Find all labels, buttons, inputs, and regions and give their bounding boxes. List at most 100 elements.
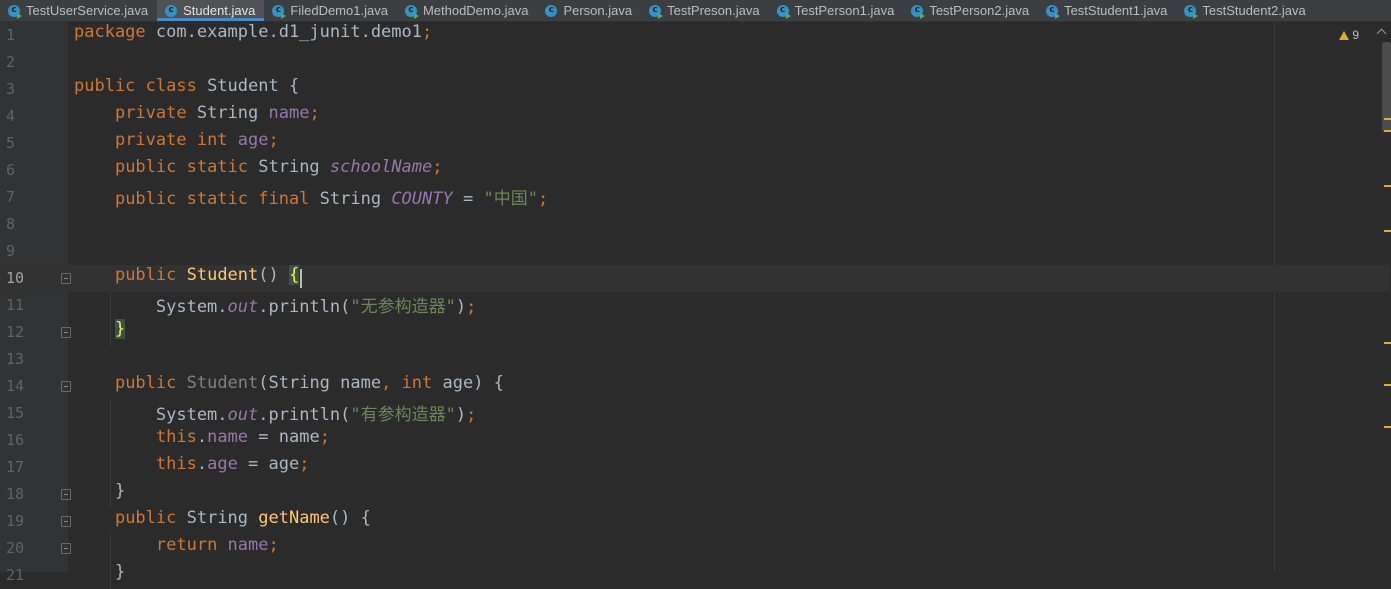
code-line[interactable]: 9 xyxy=(0,238,1390,265)
line-number: 20 xyxy=(6,539,25,557)
line-number: 12 xyxy=(6,323,25,341)
warning-stripe[interactable] xyxy=(1384,342,1391,344)
code-line[interactable]: 1 package com.example.d1_junit.demo1; xyxy=(0,22,1390,49)
code-line[interactable]: 4 private String name; xyxy=(0,103,1390,130)
code-line[interactable]: 3 public class Student { xyxy=(0,76,1390,103)
tab-fileddemo1[interactable]: FiledDemo1.java xyxy=(264,0,397,21)
tab-teststudent1[interactable]: TestStudent1.java xyxy=(1038,0,1176,21)
java-class-icon xyxy=(649,4,664,19)
tab-label: TestUserService.java xyxy=(26,3,149,18)
warning-stripe[interactable] xyxy=(1384,426,1391,428)
tab-label: Student.java xyxy=(183,3,256,18)
tab-testperson1[interactable]: TestPerson1.java xyxy=(769,0,904,21)
tab-label: FiledDemo1.java xyxy=(290,3,388,18)
warning-stripe[interactable] xyxy=(1384,130,1391,132)
fold-marker-icon[interactable] xyxy=(61,516,71,527)
code-token: age) { xyxy=(442,373,504,393)
code-token: = xyxy=(452,189,484,209)
java-class-icon xyxy=(911,4,926,19)
tab-label: TestPerson2.java xyxy=(929,3,1030,18)
code-text: private String name; xyxy=(74,103,320,130)
code-text: return name; xyxy=(74,535,279,562)
tab-testperson2[interactable]: TestPerson2.java xyxy=(903,0,1038,21)
code-line[interactable]: 8 xyxy=(0,211,1390,238)
code-token: private xyxy=(114,103,197,123)
code-line[interactable]: 19 public String getName() { xyxy=(0,508,1390,535)
code-token: ; xyxy=(268,130,279,150)
fold-marker-icon[interactable] xyxy=(61,543,71,554)
java-class-icon xyxy=(545,4,558,17)
code-token: name xyxy=(268,103,310,123)
code-token: = name xyxy=(248,427,320,447)
code-line[interactable]: 17 this.age = age; xyxy=(0,454,1390,481)
code-token: "无参构造器" xyxy=(350,297,456,317)
code-token: = age xyxy=(237,454,300,474)
code-text: } xyxy=(74,562,125,589)
code-token: Student xyxy=(186,265,259,285)
tab-teststudent2[interactable]: TestStudent2.java xyxy=(1176,0,1314,21)
java-class-icon xyxy=(1184,4,1199,19)
inspection-widget[interactable]: 9 xyxy=(1339,28,1359,42)
code-editor[interactable]: 1 package com.example.d1_junit.demo1; 2 3 pu… xyxy=(0,22,1391,589)
code-line[interactable]: 14 public Student(String name, int age) … xyxy=(0,373,1390,400)
code-line[interactable]: 13 xyxy=(0,346,1390,373)
fold-marker-icon[interactable] xyxy=(61,273,71,284)
tab-label: TestPreson.java xyxy=(667,3,760,18)
code-text: System.out.println("有参构造器"); xyxy=(74,400,476,427)
fold-marker-icon[interactable] xyxy=(61,489,71,500)
tab-methoddemo[interactable]: MethodDemo.java xyxy=(397,0,538,21)
code-line[interactable]: 10 public Student() { xyxy=(0,265,1390,292)
code-line[interactable]: 18 } xyxy=(0,481,1390,508)
code-token: System. xyxy=(74,405,228,425)
warning-count: 9 xyxy=(1352,28,1359,42)
code-line[interactable]: 5 private int age; xyxy=(0,130,1390,157)
tab-label: Person.java xyxy=(563,3,633,18)
code-token: String xyxy=(196,103,269,123)
code-token: public xyxy=(114,373,187,393)
code-line[interactable]: 16 this.name = name; xyxy=(0,427,1390,454)
line-number: 21 xyxy=(6,566,25,584)
code-token: com.example.d1_junit.demo1 xyxy=(155,22,422,42)
code-line[interactable]: 21 } xyxy=(0,562,1390,589)
fold-marker-icon[interactable] xyxy=(61,327,71,338)
line-number: 10 xyxy=(6,269,25,287)
code-token: "有参构造器" xyxy=(350,405,456,425)
code-token: Student { xyxy=(207,76,300,96)
warning-stripe[interactable] xyxy=(1384,185,1391,187)
code-line[interactable]: 2 xyxy=(0,49,1390,76)
code-line[interactable]: 12 } xyxy=(0,319,1390,346)
code-line[interactable]: 20 return name; xyxy=(0,535,1390,562)
code-line[interactable]: 11 System.out.println("无参构造器"); xyxy=(0,292,1390,319)
code-token: schoolName xyxy=(329,157,433,177)
code-token: String xyxy=(319,189,392,209)
editor-tab-bar: TestUserService.java Student.java FiledDem… xyxy=(0,0,1391,22)
warning-stripe[interactable] xyxy=(1384,384,1391,386)
line-number: 2 xyxy=(6,53,16,71)
code-token: name xyxy=(207,427,249,447)
warning-stripe[interactable] xyxy=(1384,230,1391,232)
tab-student[interactable]: Student.java xyxy=(157,0,265,21)
tab-testuserservice[interactable]: TestUserService.java xyxy=(0,0,157,21)
code-line[interactable]: 15 System.out.println("有参构造器"); xyxy=(0,400,1390,427)
fold-marker-icon[interactable] xyxy=(61,381,71,392)
code-token: } xyxy=(74,481,126,501)
code-token: . xyxy=(196,454,208,474)
code-line[interactable]: 7 public static final String COUNTY = "中… xyxy=(0,184,1390,211)
code-text: } xyxy=(74,481,125,508)
code-line[interactable]: 6 public static String schoolName; xyxy=(0,157,1390,184)
code-token: package xyxy=(74,22,156,42)
code-token: Student xyxy=(186,373,259,393)
java-class-icon xyxy=(165,4,178,17)
code-token: out xyxy=(227,297,259,317)
code-text: package com.example.d1_junit.demo1; xyxy=(74,22,432,49)
tab-person[interactable]: Person.java xyxy=(537,0,641,21)
tab-testpreson[interactable]: TestPreson.java xyxy=(641,0,769,21)
warning-stripe[interactable] xyxy=(1384,118,1391,120)
line-number: 6 xyxy=(6,161,16,179)
code-token: ; xyxy=(466,297,477,317)
